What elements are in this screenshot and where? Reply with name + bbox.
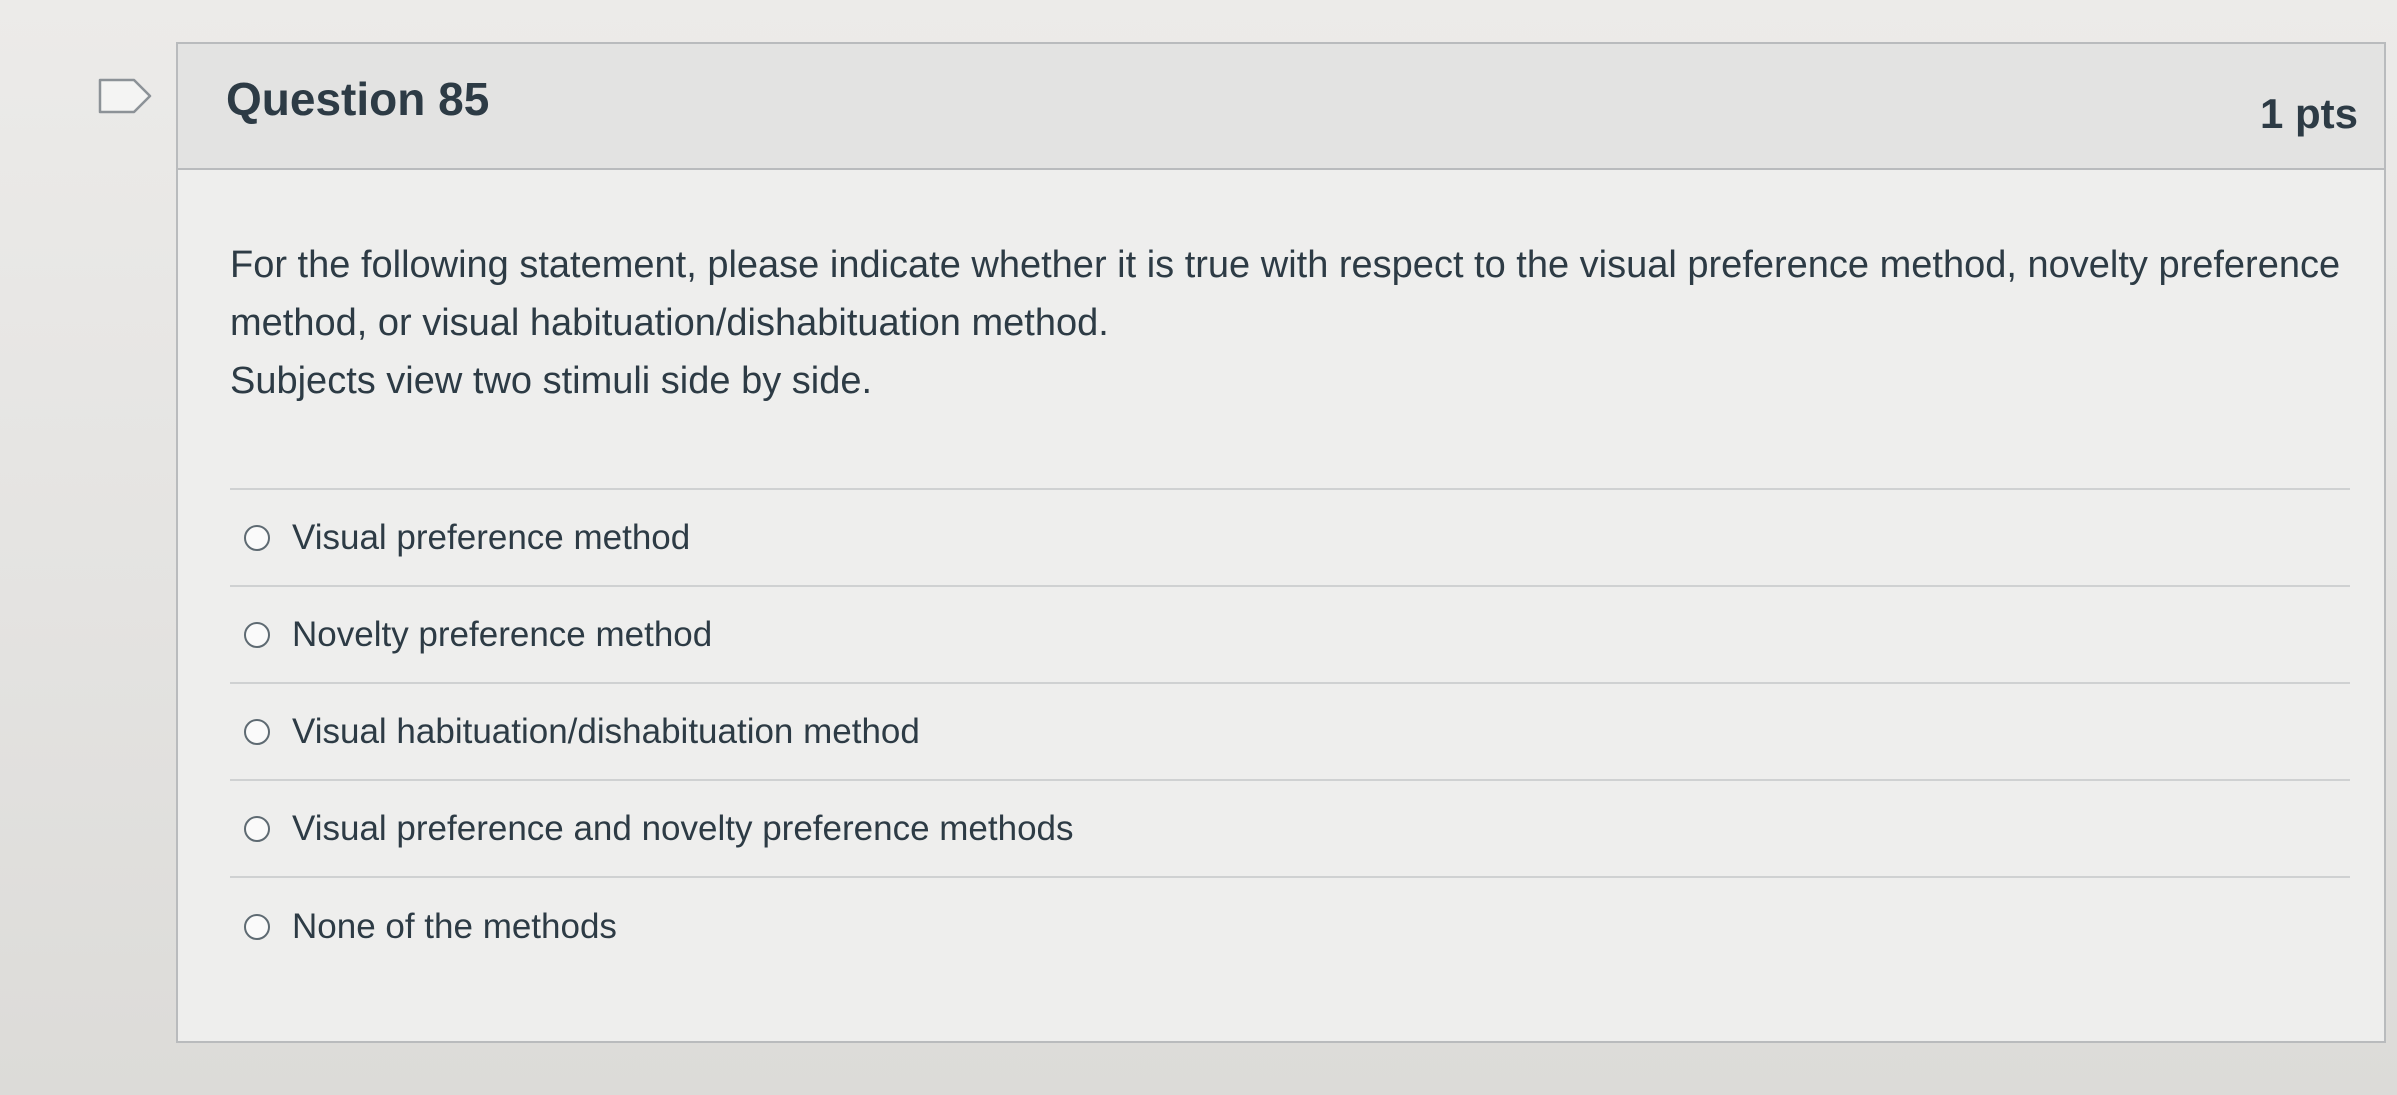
question-title: Question 85 [226,73,490,125]
question-text: For the following statement, please indi… [230,236,2350,410]
answer-option[interactable]: Novelty preference method [230,587,2350,684]
answer-option[interactable]: Visual preference and novelty preference… [230,781,2350,878]
bookmark-flag-icon[interactable] [98,78,152,114]
answer-option[interactable]: Visual preference method [230,490,2350,587]
answer-label[interactable]: Novelty preference method [292,615,712,655]
question-body: For the following statement, please indi… [178,170,2384,1041]
answer-label[interactable]: Visual preference and novelty preference… [292,809,1074,849]
radio-button[interactable] [244,913,270,940]
question-statement: Subjects view two stimuli side by side. [230,360,873,402]
answer-option[interactable]: None of the methods [230,878,2350,975]
radio-button[interactable] [244,815,270,842]
question-card: Question 85 1 pts For the following stat… [176,42,2386,1043]
question-prompt: For the following statement, please indi… [230,244,2341,344]
radio-button[interactable] [244,524,270,551]
question-points: 1 pts [2259,90,2358,137]
question-header: Question 85 1 pts [178,44,2384,170]
radio-button[interactable] [244,718,270,745]
answer-label[interactable]: Visual habituation/dishabituation method [292,712,920,752]
answer-list: Visual preference method Novelty prefere… [230,488,2350,975]
answer-option[interactable]: Visual habituation/dishabituation method [230,684,2350,781]
answer-label[interactable]: None of the methods [292,907,617,947]
radio-button[interactable] [244,621,270,648]
answer-label[interactable]: Visual preference method [292,518,690,558]
